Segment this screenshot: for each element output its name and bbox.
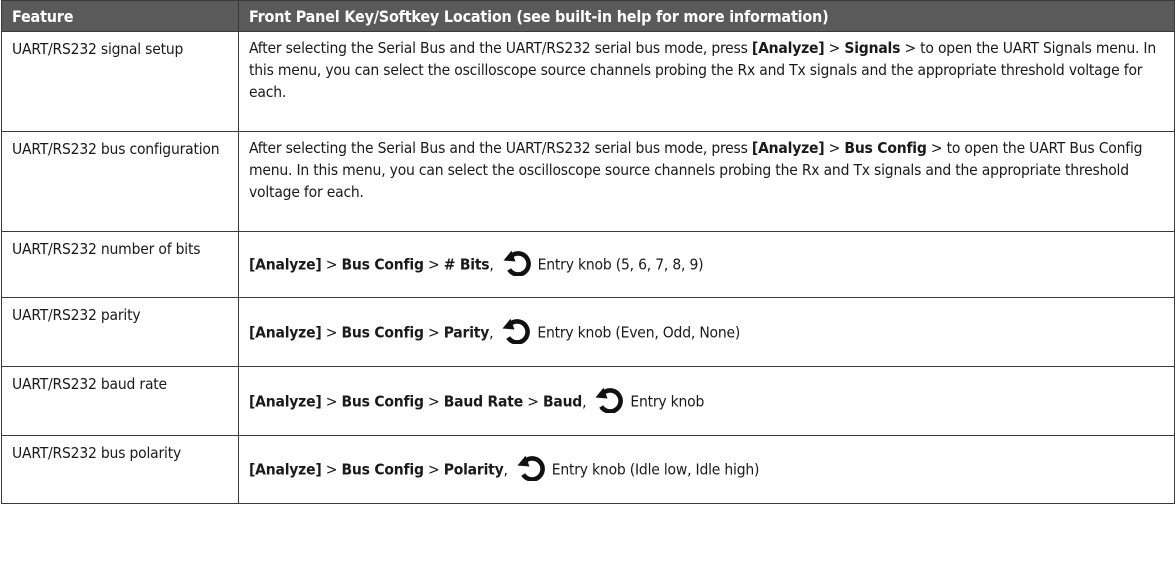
separator: > xyxy=(321,255,342,274)
front-panel-key: [Analyze] xyxy=(249,323,322,341)
location-cell: After selecting the Serial Bus and the U… xyxy=(238,31,1175,132)
feature-cell: UART/RS232 parity xyxy=(1,297,239,367)
front-panel-key: [Analyze] xyxy=(751,139,825,157)
softkey: Bus Config xyxy=(341,392,424,410)
entry-knob-icon xyxy=(514,455,548,481)
separator: > xyxy=(321,392,342,410)
comma: , xyxy=(582,392,587,410)
separator: > xyxy=(522,392,543,410)
location-cell: [Analyze] > Bus Config > Parity, Entry kn… xyxy=(238,297,1175,367)
separator: > xyxy=(824,139,845,157)
separator: > xyxy=(423,323,444,341)
separator: > xyxy=(321,323,342,341)
table-row: UART/RS232 bus configuration After selec… xyxy=(1,131,1175,232)
softkey: Polarity xyxy=(443,460,504,479)
location-cell: After selecting the Serial Bus and the U… xyxy=(238,131,1175,232)
table-row: UART/RS232 signal setup After selecting … xyxy=(1,31,1175,132)
feature-cell: UART/RS232 baud rate xyxy=(1,366,239,436)
entry-knob-icon xyxy=(500,250,534,276)
separator: > xyxy=(321,460,342,479)
table-header-row: Feature Front Panel Key/Softkey Location… xyxy=(1,0,1175,32)
feature-cell: UART/RS232 bus configuration xyxy=(1,131,239,232)
comma: , xyxy=(503,460,508,479)
front-panel-key: [Analyze] xyxy=(249,460,322,479)
softkey: Bus Config xyxy=(341,460,424,479)
softkey: # Bits xyxy=(443,255,490,274)
front-panel-key: [Analyze] xyxy=(751,39,825,57)
feature-cell: UART/RS232 number of bits xyxy=(1,231,239,298)
table-row: UART/RS232 number of bits [Analyze] > Bu… xyxy=(1,231,1175,298)
knob-text: Entry knob (5, 6, 7, 8, 9) xyxy=(537,255,704,274)
softkey: Baud Rate xyxy=(443,392,523,410)
header-feature: Feature xyxy=(1,0,239,32)
separator: > xyxy=(423,392,444,410)
knob-text: Entry knob (Idle low, Idle high) xyxy=(551,460,760,479)
softkey: Bus Config xyxy=(341,255,424,274)
table-row: UART/RS232 bus polarity [Analyze] > Bus … xyxy=(1,435,1175,504)
entry-knob-icon xyxy=(499,318,533,344)
table-row: UART/RS232 parity [Analyze] > Bus Config… xyxy=(1,297,1175,367)
softkey: Baud xyxy=(542,392,583,410)
knob-text: Entry knob (Even, Odd, None) xyxy=(537,323,741,341)
softkey: Bus Config xyxy=(844,139,927,157)
location-cell: [Analyze] > Bus Config > # Bits, Entry kn… xyxy=(238,231,1175,298)
softkey: Signals xyxy=(844,39,901,57)
softkey: Parity xyxy=(443,323,490,341)
comma: , xyxy=(489,255,494,274)
table-row: UART/RS232 baud rate [Analyze] > Bus Con… xyxy=(1,366,1175,436)
location-cell: [Analyze] > Bus Config > Baud Rate > Bau… xyxy=(238,366,1175,436)
feature-table: Feature Front Panel Key/Softkey Location… xyxy=(1,0,1175,504)
separator: > xyxy=(423,255,444,274)
entry-knob-icon xyxy=(592,387,626,413)
softkey: Bus Config xyxy=(341,323,424,341)
location-text: After selecting the Serial Bus and the U… xyxy=(249,139,752,157)
comma: , xyxy=(489,323,494,341)
feature-cell: UART/RS232 signal setup xyxy=(1,31,239,132)
location-text: After selecting the Serial Bus and the U… xyxy=(249,39,752,57)
knob-text: Entry knob xyxy=(630,392,705,410)
separator: > xyxy=(423,460,444,479)
separator: > xyxy=(824,39,845,57)
feature-cell: UART/RS232 bus polarity xyxy=(1,435,239,504)
location-cell: [Analyze] > Bus Config > Polarity, Entry … xyxy=(238,435,1175,504)
front-panel-key: [Analyze] xyxy=(249,392,322,410)
front-panel-key: [Analyze] xyxy=(249,255,322,274)
header-location: Front Panel Key/Softkey Location (see bu… xyxy=(238,0,1175,32)
